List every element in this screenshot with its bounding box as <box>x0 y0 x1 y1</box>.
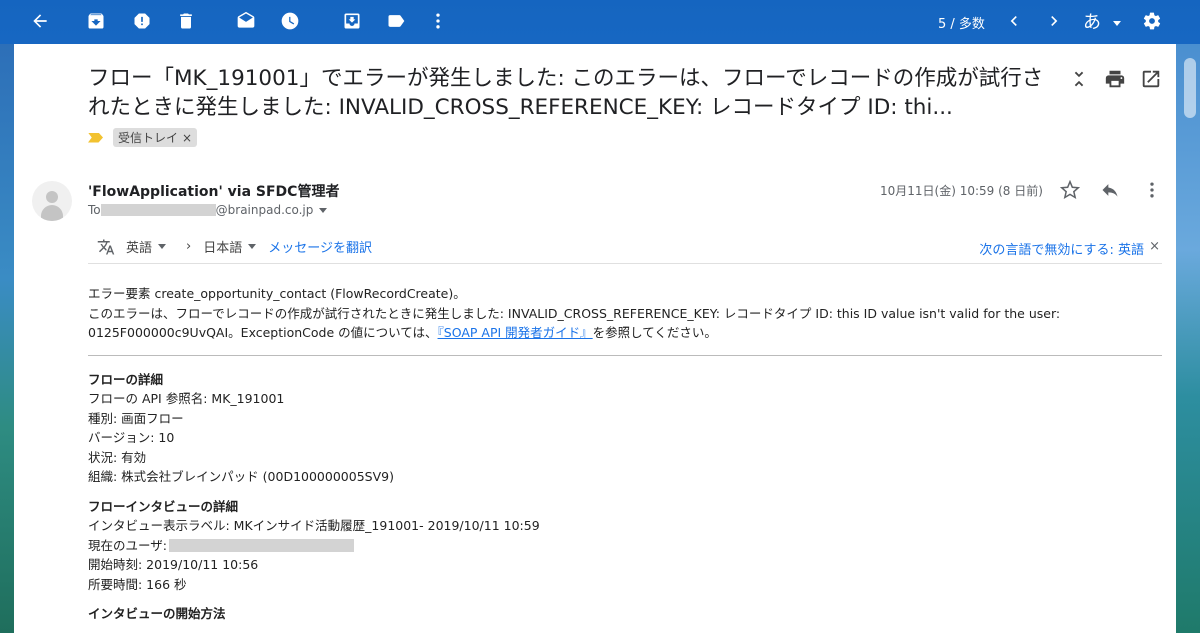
detail-line: 組織: 株式会社ブレインパッド (00D100000005SV9) <box>88 469 394 484</box>
recipient-domain: @brainpad.co.jp <box>215 203 314 217</box>
report-spam-icon[interactable] <box>132 11 152 31</box>
detail-line: 種別: 画面フロー <box>88 410 184 426</box>
error-line: このエラーは、フローでレコードの作成が試行されたときに発生しました: INVAL… <box>88 305 1061 321</box>
recipient-prefix: To <box>88 203 101 217</box>
label-chip-inbox[interactable]: 受信トレイ × <box>113 128 198 147</box>
redacted-recipient <box>100 204 216 216</box>
sender-avatar <box>32 181 72 221</box>
sender-name: 'FlowApplication' via SFDC管理者 <box>88 184 340 200</box>
reply-icon[interactable] <box>1100 180 1120 200</box>
flow-detail-section: フローの詳細 フローの API 参照名: MK_191001 種別: 画面フロー… <box>88 370 1162 487</box>
star-icon[interactable] <box>1059 179 1081 200</box>
detail-line: 状況: 有効 <box>88 449 147 465</box>
detail-line: フローの API 参照名: MK_191001 <box>88 391 285 406</box>
detail-line: 現在のユーザ: <box>88 536 1162 556</box>
previous-chevron-icon[interactable] <box>1004 11 1024 31</box>
label-row: 受信トレイ × <box>88 128 198 147</box>
source-language-caret-icon <box>158 244 167 249</box>
section-title: インタビューの開始方法 <box>88 606 226 621</box>
mark-as-read-icon[interactable] <box>236 11 256 31</box>
back-arrow-icon[interactable] <box>30 11 50 31</box>
start-method-section: インタビューの開始方法 <box>88 604 1162 624</box>
background-right-scenery <box>1176 44 1200 633</box>
divider <box>88 354 1162 356</box>
more-options-icon[interactable] <box>428 11 448 31</box>
label-chip-text: 受信トレイ <box>118 131 179 145</box>
label-icon[interactable] <box>386 11 406 31</box>
close-translate-bar-icon[interactable]: × <box>1149 239 1160 254</box>
interview-detail-section: フローインタビューの詳細 インタビュー表示ラベル: MKインサイド活動履歴_19… <box>88 497 1162 595</box>
label-remove-icon[interactable]: × <box>182 131 192 145</box>
snooze-clock-icon[interactable] <box>280 11 300 31</box>
error-line-text: 0125F000000c9UvQAI。ExceptionCode の値については… <box>88 325 438 340</box>
disable-translation-link[interactable]: 次の言語で無効にする: 英語 <box>979 239 1144 258</box>
message-count: 5 / 多数 <box>938 17 985 32</box>
expand-all-icon[interactable] <box>1068 68 1090 90</box>
archive-icon[interactable] <box>86 11 106 31</box>
detail-line: インタビュー表示ラベル: MKインサイド活動履歴_191001- 2019/10… <box>88 518 540 533</box>
input-tools-button[interactable]: あ <box>1083 8 1121 34</box>
source-language-select[interactable]: 英語 <box>126 237 167 256</box>
translate-bar: 英語 › 日本語 メッセージを翻訳 次の言語で無効にする: 英語 × <box>88 230 1162 264</box>
translate-message-link[interactable]: メッセージを翻訳 <box>268 237 372 256</box>
background-left-scenery <box>0 44 14 633</box>
move-to-icon[interactable] <box>342 11 362 31</box>
delete-icon[interactable] <box>176 11 196 31</box>
email-card: フロー「MK_191001」でエラーが発生しました: このエラーは、フローでレコ… <box>14 44 1176 633</box>
target-language-caret-icon <box>248 244 257 249</box>
next-chevron-icon[interactable] <box>1044 11 1064 31</box>
input-tools-label: あ <box>1083 12 1101 33</box>
redacted-user <box>168 538 354 552</box>
error-line: エラー要素 create_opportunity_contact (FlowRe… <box>88 286 466 301</box>
source-language-label: 英語 <box>126 241 153 256</box>
email-body: エラー要素 create_opportunity_contact (FlowRe… <box>88 284 1162 633</box>
detail-line: バージョン: 10 <box>88 430 175 445</box>
detail-line: 所要時間: 166 秒 <box>88 576 187 592</box>
translate-icon <box>96 238 116 256</box>
email-subject: フロー「MK_191001」でエラーが発生しました: このエラーは、フローでレコ… <box>88 66 1044 120</box>
input-tools-caret-icon <box>1112 20 1121 26</box>
error-line: 0125F000000c9UvQAI。ExceptionCode の値については… <box>88 323 1162 343</box>
recipient-details-caret-icon[interactable] <box>319 207 328 213</box>
scrollbar-thumb[interactable] <box>1184 58 1196 118</box>
settings-gear-icon[interactable] <box>1142 11 1162 31</box>
section-title: フローの詳細 <box>88 371 164 387</box>
more-actions-icon[interactable] <box>1142 180 1162 200</box>
error-line-text: を参照してください。 <box>592 325 717 340</box>
recipient-line[interactable]: To @brainpad.co.jp <box>88 203 328 217</box>
section-title: フローインタビューの詳細 <box>88 498 239 514</box>
detail-line: 開始時刻: 2019/10/11 10:56 <box>88 557 259 572</box>
current-user-label: 現在のユーザ: <box>88 537 167 553</box>
open-in-new-window-icon[interactable] <box>1140 68 1162 90</box>
email-date: 10月11日(金) 10:59 (8 日前) <box>880 184 1043 198</box>
print-icon[interactable] <box>1104 68 1126 90</box>
soap-api-guide-link[interactable]: 『SOAP API 開発者ガイド』 <box>438 325 593 340</box>
toolbar: 5 / 多数 あ <box>0 0 1200 44</box>
target-language-label: 日本語 <box>203 241 243 256</box>
importance-marker-icon[interactable] <box>88 132 103 143</box>
error-message-block: エラー要素 create_opportunity_contact (FlowRe… <box>88 284 1162 343</box>
target-language-select[interactable]: 日本語 <box>203 237 257 256</box>
translate-arrow-icon: › <box>186 239 192 254</box>
